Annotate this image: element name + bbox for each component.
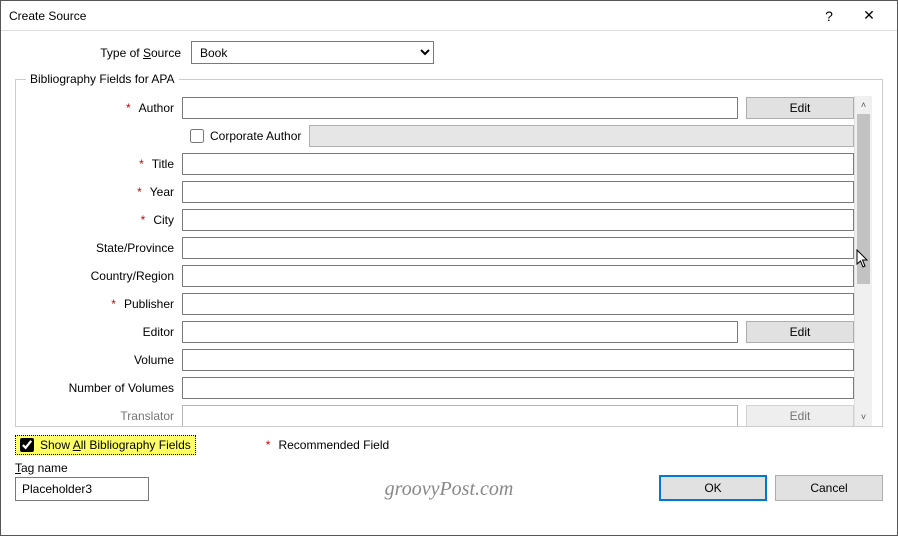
cancel-button[interactable]: Cancel <box>775 475 883 501</box>
ok-button[interactable]: OK <box>659 475 767 501</box>
field-row-corporate-author: Corporate Author <box>26 124 854 147</box>
author-input[interactable] <box>182 97 738 119</box>
scroll-track[interactable] <box>855 114 872 408</box>
field-row-editor: Editor Edit <box>26 320 854 343</box>
footer-row: Tag name OK Cancel <box>15 461 883 501</box>
editor-edit-button[interactable]: Edit <box>746 321 854 343</box>
recommended-field-note: * Recommended Field <box>266 438 389 452</box>
corporate-author-input <box>309 125 854 147</box>
field-row-state: State/Province <box>26 236 854 259</box>
source-type-select[interactable]: Book <box>191 41 434 64</box>
title-input[interactable] <box>182 153 854 175</box>
window-title: Create Source <box>9 9 809 23</box>
dialog-body: Type of Source Book Bibliography Fields … <box>1 31 897 507</box>
title-bar: Create Source ? ✕ <box>1 1 897 31</box>
scroll-down-button[interactable]: ˅ <box>855 408 872 426</box>
field-row-author: *Author Edit <box>26 96 854 119</box>
tag-name-label: Tag name <box>15 461 149 475</box>
publisher-input[interactable] <box>182 293 854 315</box>
translator-edit-button[interactable]: Edit <box>746 405 854 427</box>
source-type-label: Type of Source <box>15 46 191 60</box>
show-all-fields-label: Show All Bibliography Fields <box>40 438 191 452</box>
field-row-country: Country/Region <box>26 264 854 287</box>
field-row-year: *Year <box>26 180 854 203</box>
translator-input[interactable] <box>182 405 738 427</box>
tag-name-group: Tag name <box>15 461 149 501</box>
bibliography-fields-group: Bibliography Fields for APA *Author Edit… <box>15 72 883 427</box>
editor-input[interactable] <box>182 321 738 343</box>
bibliography-fields-legend: Bibliography Fields for APA <box>26 72 179 86</box>
fields-viewport: *Author Edit Corporate Author *Title <box>26 96 854 426</box>
fields-scrollbar[interactable]: ˄ ˅ <box>854 96 872 426</box>
field-row-num-volumes: Number of Volumes <box>26 376 854 399</box>
city-input[interactable] <box>182 209 854 231</box>
show-all-fields-checkbox-container[interactable]: Show All Bibliography Fields <box>15 435 196 455</box>
scroll-up-button[interactable]: ˄ <box>855 96 872 114</box>
year-input[interactable] <box>182 181 854 203</box>
tag-name-input[interactable] <box>15 477 149 501</box>
field-row-translator: Translator Edit <box>26 404 854 426</box>
close-button[interactable]: ✕ <box>849 2 889 30</box>
field-row-volume: Volume <box>26 348 854 371</box>
source-type-row: Type of Source Book <box>15 41 883 64</box>
help-button[interactable]: ? <box>809 2 849 30</box>
show-all-fields-checkbox[interactable] <box>20 438 34 452</box>
corporate-author-checkbox[interactable] <box>190 129 204 143</box>
field-row-title: *Title <box>26 152 854 175</box>
volume-input[interactable] <box>182 349 854 371</box>
number-of-volumes-input[interactable] <box>182 377 854 399</box>
scroll-thumb[interactable] <box>857 114 870 284</box>
field-row-publisher: *Publisher <box>26 292 854 315</box>
field-row-city: *City <box>26 208 854 231</box>
author-edit-button[interactable]: Edit <box>746 97 854 119</box>
country-region-input[interactable] <box>182 265 854 287</box>
options-row: Show All Bibliography Fields * Recommend… <box>15 435 883 455</box>
state-province-input[interactable] <box>182 237 854 259</box>
